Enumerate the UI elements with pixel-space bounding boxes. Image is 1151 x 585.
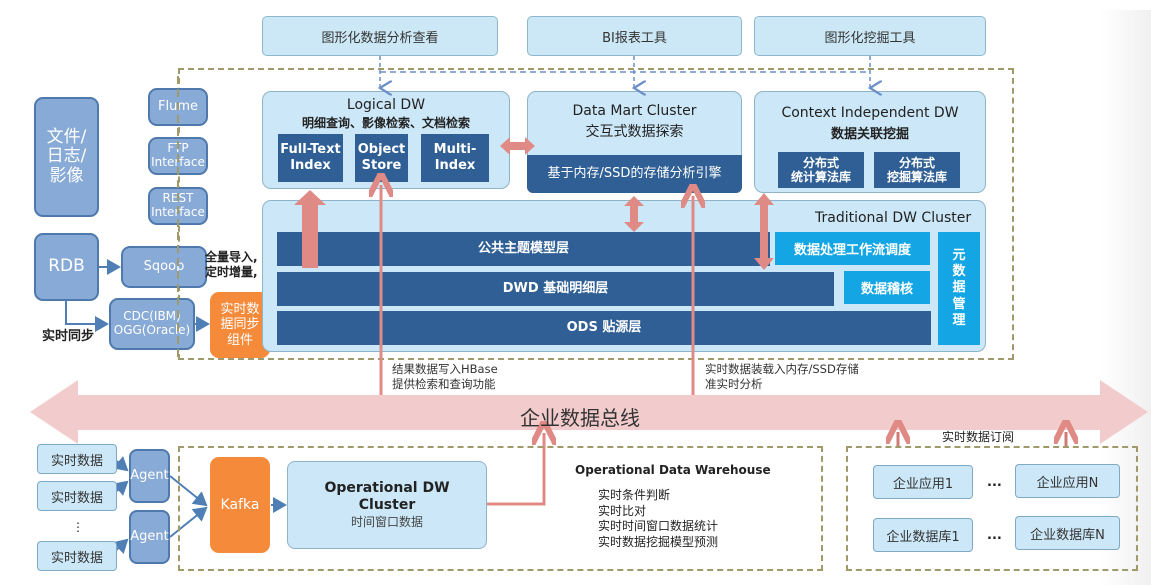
data-mart-title: Data Mart Cluster [572, 103, 697, 119]
context-dw-title: Context Independent DW [781, 105, 959, 121]
data-audit: 数据稽核 [844, 271, 930, 304]
db-label: 企业数据库1 [886, 529, 960, 545]
source-label: 文件/ 日志/ 影像 [46, 126, 87, 186]
kafka-label: Kafka [220, 496, 260, 513]
app-label: 企业应用N [1036, 475, 1099, 491]
enterprise-db-n: 企业数据库N [1015, 516, 1120, 550]
data-mart-subtitle: 交互式数据探索 [585, 124, 684, 140]
odw-title: Operational DW Cluster [324, 479, 450, 513]
layer-dwd: DWD 基础明细层 [277, 272, 834, 306]
odw-subtitle: 时间窗口数据 [350, 515, 423, 530]
odw-item: 实时条件判断 [598, 488, 671, 502]
kafka: Kafka [210, 457, 270, 553]
ingest-ftp: FTP Interface [148, 137, 208, 175]
agent-label: Agent [130, 467, 169, 483]
tool-graphical-analysis: 图形化数据分析查看 [262, 16, 498, 56]
enterprise-db-1: 企业数据库1 [873, 518, 973, 552]
layer-ods: ODS 贴源层 [277, 311, 931, 345]
tool-label: 图形化数据分析查看 [321, 30, 439, 46]
source-rdb: RDB [34, 233, 99, 301]
object-store: Object Store [355, 134, 408, 182]
app-ellipsis: ... [987, 475, 1002, 490]
realtime-input-1: 实时数据 [37, 444, 117, 474]
ssd-note: 实时数据装载入内存/SSD存储 准实时分析 [705, 362, 859, 391]
arrow-rdb-cdc [65, 301, 109, 332]
source-files-logs-images: 文件/ 日志/ 影像 [34, 97, 99, 217]
odw-item: 实时时间窗口数据统计 [598, 519, 719, 534]
ingest-label: CDC(IBM) OGG(Oracle) [113, 309, 191, 337]
odw-item: 实时数据挖掘模型预测 [598, 534, 719, 549]
operational-dw-cluster: Operational DW Cluster 时间窗口数据 [287, 461, 487, 549]
ingest-flume: Flume [148, 88, 208, 126]
ingest-label: FTP Interface [151, 141, 205, 169]
mining-algorithm-lib: 分布式 挖掘算法库 [874, 152, 960, 188]
odw-item: 实时比对 [598, 503, 647, 518]
input-label: 实时数据 [50, 453, 103, 469]
component-label: 实时数 据同步 组件 [220, 301, 260, 348]
input-ellipsis: ⋮ [72, 520, 84, 534]
sqoop-note: 全量导入, 定时增量, [205, 250, 258, 279]
bus-label: 企业数据总线 [520, 406, 640, 430]
tool-label: BI报表工具 [602, 30, 667, 46]
tool-label: 图形化挖掘工具 [824, 30, 916, 46]
ingest-label: Flume [158, 98, 198, 114]
ingest-label: REST Interface [151, 191, 205, 219]
app-label: 企业应用1 [892, 476, 954, 492]
agent-1: Agent [129, 449, 170, 503]
workflow-scheduling: 数据处理工作流调度 [775, 232, 930, 265]
subscribe-label: 实时数据订阅 [942, 430, 1015, 444]
realtime-input-3: 实时数据 [37, 541, 117, 571]
input-label: 实时数据 [50, 550, 103, 566]
input-label: 实时数据 [50, 490, 103, 506]
tool-graphical-mining: 图形化挖掘工具 [754, 16, 986, 56]
ingest-sqoop: Sqoop [121, 246, 207, 288]
ingest-cdc-ogg: CDC(IBM) OGG(Oracle) [109, 298, 195, 350]
memory-ssd-engine: 基于内存/SSD的存储分析引擎 [527, 155, 742, 193]
agent-label: Agent [130, 528, 169, 544]
source-label: RDB [48, 256, 85, 277]
odw-heading: Operational Data Warehouse [575, 463, 771, 477]
agent-2: Agent [129, 510, 170, 564]
tool-bi-report: BI报表工具 [527, 16, 742, 56]
hbase-note: 结果数据写入HBase 提供检索和查询功能 [392, 362, 498, 391]
layer-common-model: 公共主题模型层 [277, 232, 770, 266]
ingest-label: Sqoop [143, 258, 185, 274]
logical-dw-subtitle: 明细查询、影像检索、文档检索 [301, 116, 470, 130]
realtime-sync-component: 实时数 据同步 组件 [210, 292, 270, 358]
enterprise-app-n: 企业应用N [1015, 464, 1120, 498]
realtime-sync-label: 实时同步 [42, 329, 95, 344]
traditional-dw-title: Traditional DW Cluster [815, 210, 972, 226]
realtime-input-2: 实时数据 [37, 481, 117, 511]
ingest-rest: REST Interface [148, 187, 208, 225]
multi-index: Multi- Index [421, 134, 489, 182]
context-dw-subtitle: 数据关联挖掘 [830, 127, 909, 142]
stat-algorithm-lib: 分布式 统计算法库 [778, 152, 864, 188]
metadata-management: 元 数 据 管 理 [938, 232, 980, 345]
odw-items: 实时条件判断 实时比对 实时时间窗口数据统计 实时数据挖掘模型预测 [598, 488, 718, 550]
enterprise-app-1: 企业应用1 [873, 465, 973, 499]
db-ellipsis: ... [987, 528, 1002, 543]
full-text-index: Full-Text Index [278, 134, 343, 182]
logical-dw-title: Logical DW [346, 97, 426, 113]
db-label: 企业数据库N [1030, 527, 1105, 543]
